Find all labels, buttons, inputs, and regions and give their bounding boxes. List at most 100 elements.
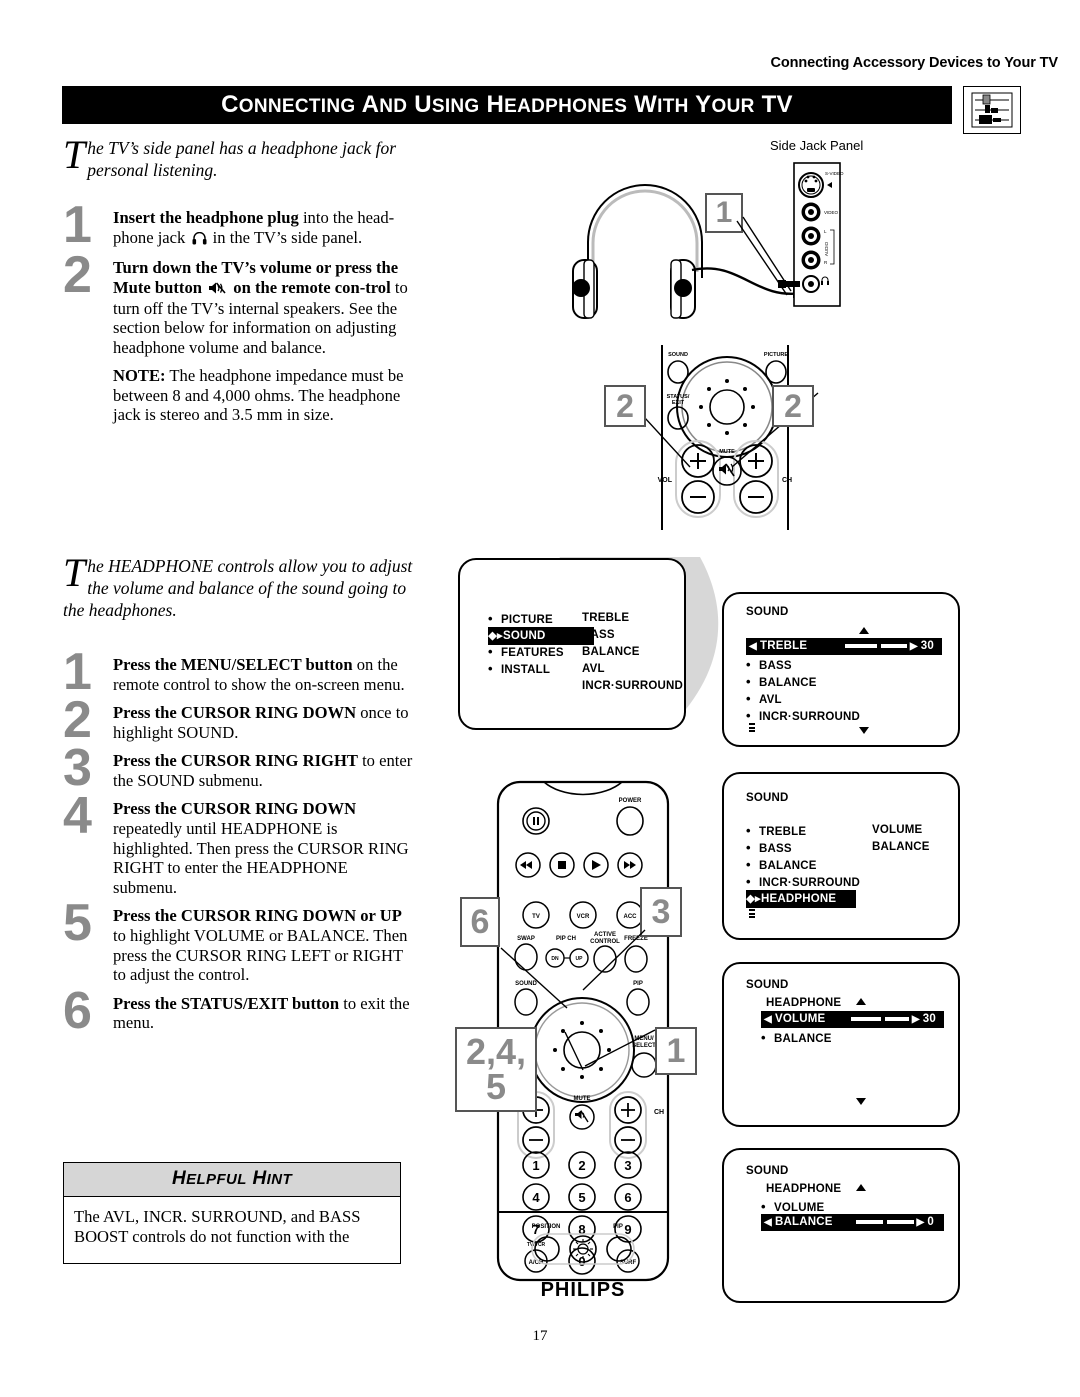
step-text: Insert the headphone plug into the head-… bbox=[113, 208, 415, 249]
headphone-balance-value: 0 bbox=[927, 1216, 934, 1228]
headphone-icon bbox=[192, 230, 207, 250]
svg-text:SWAP: SWAP bbox=[517, 936, 535, 942]
step-item: 4 Press the CURSOR RING DOWN repeatedly … bbox=[63, 790, 415, 897]
osd-item-balance[interactable]: BALANCE bbox=[761, 1031, 832, 1045]
osd-item-treble[interactable]: TREBLE bbox=[746, 824, 806, 838]
step-number: 4 bbox=[63, 787, 92, 846]
menu-item-picture[interactable]: PICTURE bbox=[488, 612, 553, 626]
scroll-up-arrow-icon[interactable] bbox=[859, 627, 869, 634]
submenu-item-incr-surround: INCR·SURROUND bbox=[582, 680, 683, 692]
headphone-balance-slider[interactable]: ▶ 0 bbox=[854, 1216, 945, 1228]
svg-text:DN: DN bbox=[551, 956, 559, 962]
osd-item-headphone-highlighted[interactable]: ◆▸ HEADPHONE bbox=[746, 890, 856, 908]
osd-item-balance[interactable]: BALANCE bbox=[746, 858, 817, 872]
svg-text:PICTURE: PICTURE bbox=[764, 352, 788, 358]
treble-slider[interactable]: ▶ 30 bbox=[843, 640, 942, 652]
callout-3-remote: 3 bbox=[640, 887, 682, 937]
page-number: 17 bbox=[532, 1328, 548, 1344]
osd-headphone-volume-menu: SOUND HEADPHONE ◀ VOLUME ▶ 30 BALANCE bbox=[722, 962, 960, 1127]
svg-text:CONTROL: CONTROL bbox=[590, 939, 620, 945]
manual-page: Connecting Accessory Devices to Your TV … bbox=[0, 0, 1080, 1397]
step-item: 1 Press the MENU/SELECT button on the re… bbox=[63, 646, 415, 698]
step-item: 5 Press the CURSOR RING DOWN or UP to hi… bbox=[63, 897, 415, 985]
osd-item-volume[interactable]: VOLUME bbox=[761, 1200, 824, 1214]
submenu-item-avl: AVL bbox=[582, 663, 605, 675]
svg-text:S-VIDEO: S-VIDEO bbox=[825, 171, 844, 176]
osd-item-treble-highlighted[interactable]: ◀ TREBLE ▶ 30 bbox=[746, 638, 942, 655]
osd-subitem-volume: VOLUME bbox=[872, 824, 923, 836]
svg-text:3: 3 bbox=[624, 1158, 631, 1173]
callout-1-remote: 1 bbox=[655, 1027, 697, 1075]
note-label: NOTE: bbox=[113, 366, 166, 386]
menu-item-install[interactable]: INSTALL bbox=[488, 662, 550, 676]
step-text: Press the STATUS/EXIT button to exit the… bbox=[113, 993, 410, 1033]
callout-6-remote: 6 bbox=[460, 897, 500, 947]
svg-text:6: 6 bbox=[624, 1190, 631, 1205]
svg-text:5: 5 bbox=[578, 1190, 585, 1205]
svg-text:SELECT: SELECT bbox=[632, 1043, 656, 1049]
intro-paragraph-2: The HEADPHONE controls allow you to adju… bbox=[63, 550, 413, 622]
svg-text:POSITION: POSITION bbox=[532, 1224, 561, 1230]
step-item: 6 Press the STATUS/EXIT button to exit t… bbox=[63, 985, 415, 1037]
osd-item-balance-highlighted[interactable]: ◀ BALANCE ▶ 0 bbox=[761, 1214, 944, 1231]
step-number: 5 bbox=[63, 894, 92, 953]
svg-text:MUTE: MUTE bbox=[574, 1096, 591, 1102]
menu-item-sound-highlighted[interactable]: ◆▸ SOUND bbox=[488, 627, 594, 645]
svg-text:PIP CH: PIP CH bbox=[556, 936, 576, 942]
svg-text:MUTE: MUTE bbox=[719, 449, 735, 455]
svg-text:UP: UP bbox=[576, 956, 584, 962]
osd-title: SOUND bbox=[746, 979, 789, 991]
tv-control-panel-illustration: SOUND PICTURE STATUS/ EXIT VOL CH MUTE bbox=[621, 345, 819, 530]
side-jack-panel-caption: Side Jack Panel bbox=[770, 138, 864, 153]
svg-text:VIDEO: VIDEO bbox=[824, 210, 839, 215]
osd-title: SOUND bbox=[746, 792, 789, 804]
right-arrow-icon: ▶ bbox=[911, 1013, 920, 1025]
intro-paragraph-1: The TV’s side panel has a headphone jack… bbox=[63, 132, 413, 182]
helpful-hint-body: The AVL, INCR. SURROUND, and BASS BOOST … bbox=[74, 1207, 361, 1246]
scroll-up-arrow-icon[interactable] bbox=[856, 998, 866, 1005]
scroll-up-arrow-icon[interactable] bbox=[856, 1184, 866, 1191]
osd-subtitle: HEADPHONE bbox=[766, 1183, 842, 1195]
osd-sound-menu-headphone: SOUND TREBLE BASS BALANCE INCR·SURROUND … bbox=[722, 772, 960, 940]
step-text: Press the CURSOR RING DOWN once to highl… bbox=[113, 703, 409, 742]
submenu-item-balance: BALANCE bbox=[582, 646, 640, 658]
svg-text:EXIT: EXIT bbox=[672, 400, 685, 406]
osd-item-bass[interactable]: BASS bbox=[746, 841, 792, 855]
menu-item-features[interactable]: FEATURES bbox=[488, 645, 564, 659]
callout-2-left: 2 bbox=[604, 385, 646, 427]
svg-text:PIP: PIP bbox=[613, 1224, 623, 1230]
step-text: Press the CURSOR RING RIGHT to enter the… bbox=[113, 751, 413, 790]
osd-item-incr-surround[interactable]: INCR·SURROUND bbox=[746, 875, 860, 889]
step-text: Press the CURSOR RING DOWN or UP to high… bbox=[113, 906, 408, 985]
osd-item-balance[interactable]: BALANCE bbox=[746, 675, 817, 689]
svg-text:TV: TV bbox=[532, 914, 540, 920]
drop-cap: T bbox=[63, 132, 86, 177]
drop-cap: T bbox=[63, 550, 86, 595]
svg-text:1: 1 bbox=[532, 1158, 539, 1173]
headphone-volume-slider[interactable]: ▶ 30 bbox=[849, 1013, 944, 1025]
osd-item-incr-surround[interactable]: INCR·SURROUND bbox=[746, 709, 860, 723]
svg-text:ACC: ACC bbox=[624, 914, 638, 920]
svg-text:AUDIO: AUDIO bbox=[824, 241, 829, 256]
scroll-indicator bbox=[749, 723, 755, 734]
submenu-item-bass: BASS bbox=[582, 629, 615, 641]
steps-list-bottom: 1 Press the MENU/SELECT button on the re… bbox=[63, 646, 415, 1042]
intro-text-2: he HEADPHONE controls allow you to adjus… bbox=[63, 556, 413, 620]
helpful-hint-heading: HELPFUL HINT bbox=[64, 1163, 400, 1197]
cursor-ring-icon: ◆▸ bbox=[488, 630, 503, 642]
svg-text:2: 2 bbox=[578, 1158, 585, 1173]
osd-item-avl[interactable]: AVL bbox=[746, 692, 782, 706]
right-arrow-icon: ▶ bbox=[916, 1216, 925, 1228]
mute-icon bbox=[208, 280, 227, 299]
osd-item-bass[interactable]: BASS bbox=[746, 658, 792, 672]
scroll-down-arrow-icon[interactable] bbox=[859, 727, 869, 734]
scroll-down-arrow-icon[interactable] bbox=[856, 1098, 866, 1105]
svg-text:POWER: POWER bbox=[619, 798, 642, 804]
svg-text:VCR: VCR bbox=[577, 914, 590, 920]
step-item: 3 Press the CURSOR RING RIGHT to enter t… bbox=[63, 742, 415, 794]
osd-subitem-balance: BALANCE bbox=[872, 841, 930, 853]
scroll-indicator bbox=[749, 909, 755, 920]
treble-value: 30 bbox=[920, 640, 934, 652]
osd-item-volume-highlighted[interactable]: ◀ VOLUME ▶ 30 bbox=[761, 1011, 944, 1028]
step-item: 1 Insert the headphone plug into the hea… bbox=[63, 199, 415, 251]
